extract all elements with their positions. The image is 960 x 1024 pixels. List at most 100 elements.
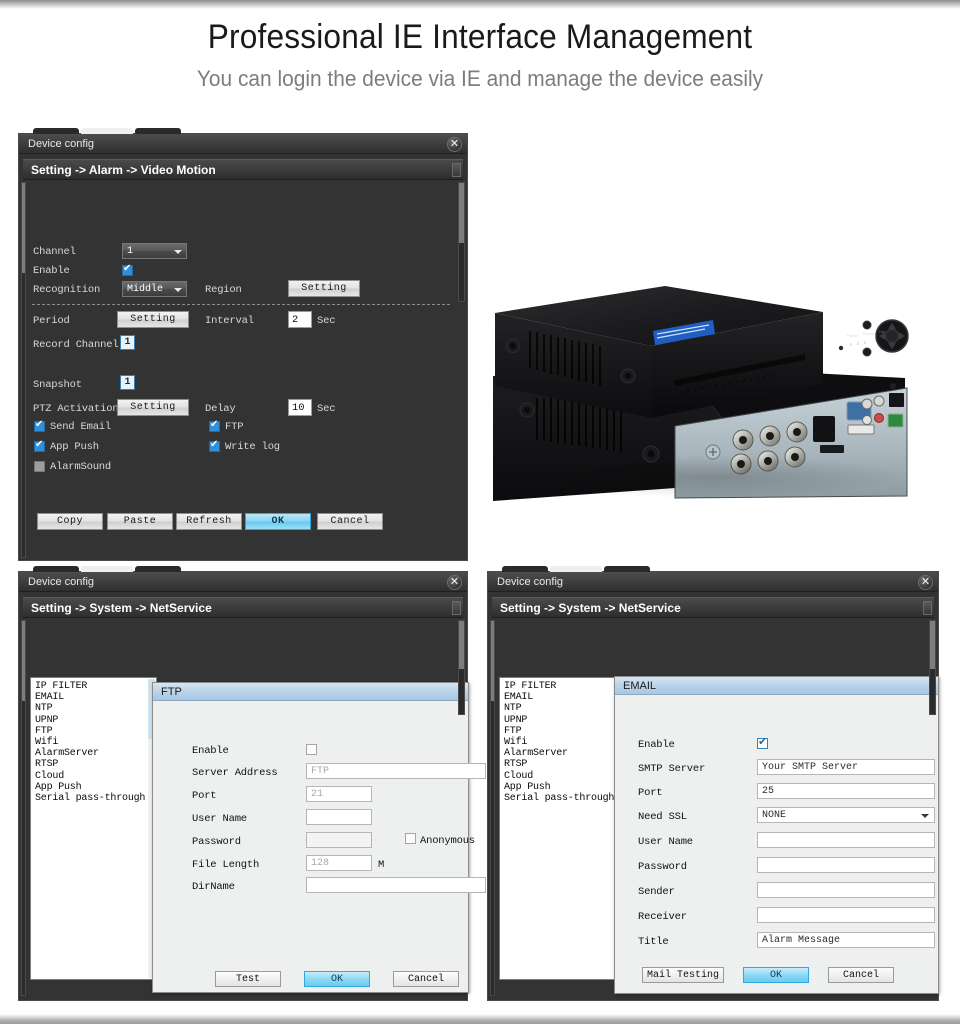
checkbox-enable[interactable] [122,263,133,276]
scrollbar-vertical[interactable] [929,620,936,715]
email-user-name-input[interactable] [757,832,935,848]
breadcrumb: Setting -> System -> NetService [23,597,463,618]
checkbox-alarm-sound[interactable] [34,461,45,472]
ok-button[interactable]: OK [245,513,311,530]
scrollbar-thumb-left[interactable] [491,621,494,701]
server-address-input[interactable]: FTP [306,763,486,779]
email-password-input[interactable] [757,857,935,873]
list-item[interactable]: EMAIL [504,692,625,703]
list-item[interactable]: IP FILTER [504,681,625,692]
list-item[interactable]: Cloud [35,771,156,782]
netservice-list-items: IP FILTER EMAIL NTP UPNP FTP Wifi AlarmS… [31,678,156,804]
list-item[interactable]: RTSP [504,759,625,770]
ftp-user-name-input[interactable] [306,809,372,825]
scrollbar-left-edge[interactable] [21,620,26,996]
cancel-button[interactable]: Cancel [317,513,383,530]
scrollbar-thumb[interactable] [459,621,464,669]
netservice-list[interactable]: IP FILTER EMAIL NTP UPNP FTP Wifi AlarmS… [30,677,157,980]
checkbox-write-log[interactable] [209,439,220,452]
list-item[interactable]: UPNP [35,715,156,726]
list-item[interactable]: IP FILTER [35,681,156,692]
checkbox-app-push[interactable] [34,439,45,452]
breadcrumb-text: Setting -> System -> NetService [31,600,212,615]
receiver-input[interactable] [757,907,935,923]
scrollbar-vertical[interactable] [458,620,465,715]
select-channel[interactable]: 1 [122,243,187,259]
ptz-setting-button[interactable]: Setting [117,399,189,416]
list-item[interactable]: NTP [504,703,625,714]
scrollbar-thumb-left[interactable] [22,183,25,273]
list-item[interactable]: FTP [35,726,156,737]
interval-value: 2 [292,313,299,326]
list-item[interactable]: FTP [504,726,625,737]
email-port-value: 25 [762,785,775,797]
list-item[interactable]: Serial pass-through [35,793,156,804]
list-item[interactable]: Cloud [504,771,625,782]
netservice-list[interactable]: IP FILTER EMAIL NTP UPNP FTP Wifi AlarmS… [499,677,626,980]
header-block: Professional IE Interface Management You… [0,18,960,92]
label-email-user-name: User Name [638,836,693,848]
scrollbar-thumb-left[interactable] [22,621,25,701]
mail-testing-button[interactable]: Mail Testing [642,967,724,983]
cancel-button[interactable]: Cancel [393,971,459,987]
list-item[interactable]: App Push [35,782,156,793]
svg-text:Power: Power [847,333,859,338]
list-item[interactable]: Serial pass-through [504,793,625,804]
period-setting-button[interactable]: Setting [117,311,189,328]
titlebar[interactable]: Device config ✕ [19,134,467,154]
label-interval: Interval [205,315,254,327]
file-length-input[interactable]: 128 [306,855,372,871]
list-item[interactable]: UPNP [504,715,625,726]
server-address-value: FTP [311,765,330,777]
close-icon[interactable]: ✕ [918,575,933,590]
scrollbar-thumb[interactable] [459,183,464,243]
refresh-button[interactable]: Refresh [176,513,242,530]
test-button[interactable]: Test [215,971,281,987]
product-photo-dvr: Power Record Net [475,268,935,513]
list-item[interactable]: AlarmServer [35,748,156,759]
list-item[interactable]: AlarmServer [504,748,625,759]
checkbox-send-email[interactable] [34,419,45,432]
record-channel-selector[interactable]: 1 [120,335,135,350]
delay-input[interactable]: 10 [288,399,312,416]
title-input[interactable]: Alarm Message [757,932,935,948]
ok-button[interactable]: OK [743,967,809,983]
list-item[interactable]: Wifi [504,737,625,748]
email-port-input[interactable]: 25 [757,783,935,799]
smtp-server-input[interactable]: Your SMTP Server [757,759,935,775]
label-alarm-sound: AlarmSound [50,461,112,473]
list-item[interactable]: EMAIL [35,692,156,703]
checkbox-ftp-enable[interactable] [306,744,317,755]
checkbox-email-enable[interactable] [757,735,768,749]
scrollbar-vertical[interactable] [458,182,465,302]
select-recognition[interactable]: Middle [122,281,187,297]
ok-button[interactable]: OK [304,971,370,987]
list-item[interactable]: RTSP [35,759,156,770]
page-subtitle: You can login the device via IE and mana… [196,66,764,91]
region-setting-button[interactable]: Setting [288,280,360,297]
close-icon[interactable]: ✕ [447,575,462,590]
list-item[interactable]: App Push [504,782,625,793]
interval-input[interactable]: 2 [288,311,312,328]
sender-input[interactable] [757,882,935,898]
checkbox-anonymous[interactable] [405,833,416,844]
breadcrumb-text: Setting -> Alarm -> Video Motion [31,162,216,177]
ftp-password-input[interactable] [306,832,372,848]
scrollbar-thumb[interactable] [930,621,935,669]
cancel-button[interactable]: Cancel [828,967,894,983]
titlebar[interactable]: Device config ✕ [488,572,938,592]
scrollbar-left-edge[interactable] [21,182,26,558]
paste-button[interactable]: Paste [107,513,173,530]
copy-button[interactable]: Copy [37,513,103,530]
list-item[interactable]: NTP [35,703,156,714]
snapshot-selector[interactable]: 1 [120,375,135,390]
titlebar[interactable]: Device config ✕ [19,572,467,592]
smtp-server-value: Your SMTP Server [762,761,859,773]
scrollbar-left-edge[interactable] [490,620,495,996]
need-ssl-select[interactable]: NONE [757,807,935,823]
dirname-input[interactable] [306,877,486,893]
ftp-port-input[interactable]: 21 [306,786,372,802]
checkbox-ftp[interactable] [209,419,220,432]
list-item[interactable]: Wifi [35,737,156,748]
close-icon[interactable]: ✕ [447,137,462,152]
